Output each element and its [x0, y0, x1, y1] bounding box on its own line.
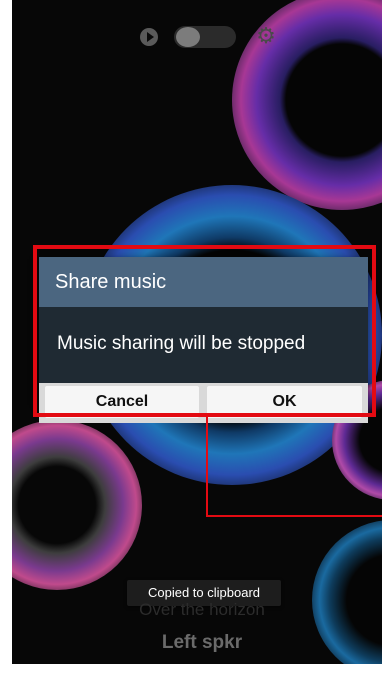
cancel-button[interactable]: Cancel — [45, 386, 199, 418]
share-music-dialog: Share music Music sharing will be stoppe… — [39, 257, 368, 423]
device-frame: ⚙ Copied to clipboard Over the horizon L… — [0, 0, 382, 678]
play-icon[interactable] — [140, 28, 158, 46]
ok-button[interactable]: OK — [207, 386, 362, 418]
callout-line — [206, 417, 208, 517]
decor-ring — [12, 420, 142, 590]
top-controls: ⚙ — [128, 20, 278, 52]
speaker-label: Left spkr — [161, 632, 243, 653]
toggle-knob — [176, 27, 200, 47]
dialog-title: Share music — [39, 257, 368, 307]
gear-icon[interactable]: ⚙ — [254, 24, 278, 48]
callout-line — [206, 515, 382, 517]
dialog-button-bar: Cancel OK — [39, 383, 368, 423]
share-toggle[interactable] — [174, 26, 236, 48]
decor-ring — [312, 520, 382, 664]
dialog-message: Music sharing will be stopped — [57, 333, 306, 354]
song-title: Over the horizon — [139, 600, 265, 619]
